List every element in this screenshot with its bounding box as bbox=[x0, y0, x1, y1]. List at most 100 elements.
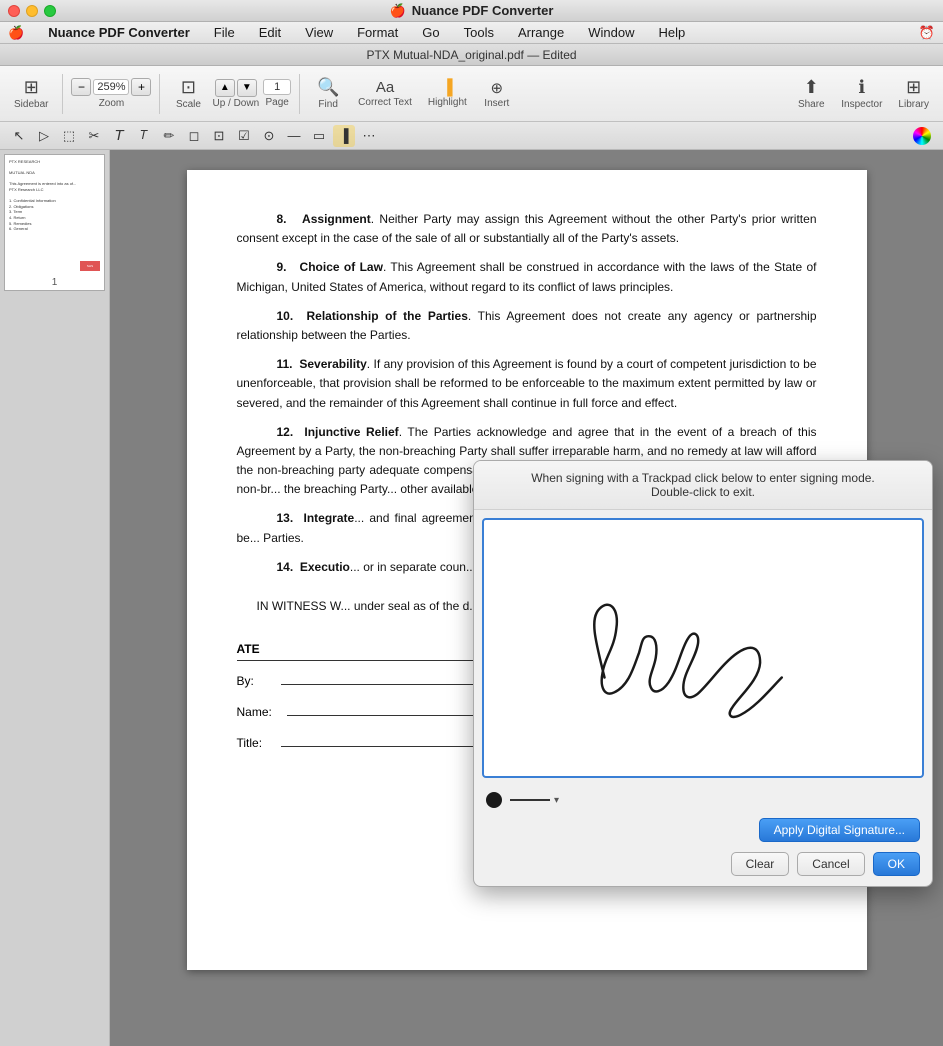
correct-text-label: Correct Text bbox=[358, 97, 412, 108]
zoom-label: Zoom bbox=[99, 98, 125, 109]
select-tool[interactable]: ▷ bbox=[33, 125, 55, 147]
menu-go[interactable]: Go bbox=[418, 25, 443, 40]
inspector-label: Inspector bbox=[841, 99, 882, 110]
toolbar-sep-3 bbox=[299, 74, 300, 114]
library-icon: ⊞ bbox=[906, 77, 921, 98]
sig-line-dropdown-arrow: ▾ bbox=[554, 795, 559, 806]
insert-button[interactable]: ⊕ Insert bbox=[477, 77, 517, 111]
sidebar-icon: ⊞ bbox=[24, 77, 39, 98]
ok-button[interactable]: OK bbox=[873, 852, 920, 876]
sidebar: PTX RESEARCH MUTUAL NDA This Agreement i… bbox=[0, 150, 110, 1046]
menu-help[interactable]: Help bbox=[654, 25, 689, 40]
thumbnail-text: PTX RESEARCH MUTUAL NDA This Agreement i… bbox=[5, 155, 104, 275]
color-picker[interactable] bbox=[913, 127, 931, 145]
circle-tool[interactable]: ⊙ bbox=[258, 125, 280, 147]
correct-text-icon: Aa bbox=[376, 79, 394, 96]
updown-label: Up / Down bbox=[212, 98, 259, 109]
share-label: Share bbox=[798, 99, 825, 110]
sig-canvas[interactable] bbox=[482, 518, 924, 778]
rect-tool[interactable]: ▭ bbox=[308, 125, 330, 147]
close-button[interactable] bbox=[8, 5, 20, 17]
apply-digital-sig-button[interactable]: Apply Digital Signature... bbox=[759, 818, 920, 842]
name-label-left: Name: bbox=[237, 705, 283, 719]
pen-tool[interactable]: ✏ bbox=[158, 125, 180, 147]
share-button[interactable]: ⬆ Share bbox=[791, 75, 831, 112]
zoom-out-button[interactable]: − bbox=[71, 78, 91, 96]
signature-dialog: When signing with a Trackpad click below… bbox=[473, 460, 933, 887]
sig-apply-row: Apply Digital Signature... bbox=[474, 814, 932, 846]
traffic-lights[interactable] bbox=[8, 5, 56, 17]
menu-view[interactable]: View bbox=[301, 25, 337, 40]
app-menu-name[interactable]: Nuance PDF Converter bbox=[44, 25, 194, 40]
titlebar: 🍎 Nuance PDF Converter bbox=[0, 0, 943, 22]
library-button[interactable]: ⊞ Library bbox=[892, 75, 935, 112]
correct-text-button[interactable]: Aa Correct Text bbox=[352, 77, 418, 110]
sig-pen-dot[interactable] bbox=[486, 792, 502, 808]
crop-tool[interactable]: ✂ bbox=[83, 125, 105, 147]
menu-edit[interactable]: Edit bbox=[255, 25, 285, 40]
line-tool[interactable]: — bbox=[283, 125, 305, 147]
zoom-group: − 259% + Zoom bbox=[71, 78, 151, 109]
stamp-tool[interactable]: ⊡ bbox=[208, 125, 230, 147]
sig-line-width-selector[interactable]: ▾ bbox=[510, 795, 559, 806]
pdf-content[interactable]: 8. Assignment. Neither Party may assign … bbox=[110, 150, 943, 1046]
sig-pen-controls: ▾ bbox=[474, 786, 932, 814]
toolbar-sep-1 bbox=[62, 74, 63, 114]
insert-label: Insert bbox=[484, 98, 509, 109]
sidebar-toggle-button[interactable]: ⊞ Sidebar bbox=[8, 75, 54, 112]
marquee-tool[interactable]: ⬚ bbox=[58, 125, 80, 147]
scale-label: Scale bbox=[176, 99, 201, 110]
section-8: 8. Assignment. Neither Party may assign … bbox=[237, 210, 817, 248]
scale-button[interactable]: ⊡ Scale bbox=[168, 75, 208, 112]
zoom-in-button[interactable]: + bbox=[131, 78, 151, 96]
page-down-button[interactable]: ▼ bbox=[237, 79, 257, 97]
checkbox-tool[interactable]: ☑ bbox=[233, 125, 255, 147]
thumbnail-signhere: SHS bbox=[80, 261, 100, 271]
section-9: 9. Choice of Law. This Agreement shall b… bbox=[237, 258, 817, 296]
zoom-value[interactable]: 259% bbox=[93, 79, 129, 95]
share-icon: ⬆ bbox=[804, 77, 819, 98]
cancel-button[interactable]: Cancel bbox=[797, 852, 864, 876]
app-name: Nuance PDF Converter bbox=[412, 3, 554, 18]
toolbar-sep-2 bbox=[159, 74, 160, 114]
document-title: PTX Mutual-NDA_original.pdf — Edited bbox=[366, 48, 576, 62]
pointer-tool[interactable]: ↖ bbox=[8, 125, 30, 147]
more-tool[interactable]: ⋯ bbox=[358, 125, 380, 147]
page-up-button[interactable]: ▲ bbox=[215, 79, 235, 97]
titlebar-app-name: 🍎 Nuance PDF Converter bbox=[390, 3, 554, 19]
menu-arrange[interactable]: Arrange bbox=[514, 25, 568, 40]
thumbnail-content: PTX RESEARCH MUTUAL NDA This Agreement i… bbox=[5, 155, 104, 275]
scale-icon: ⊡ bbox=[181, 77, 196, 98]
sig-svg[interactable] bbox=[484, 520, 922, 776]
document-titlebar: PTX Mutual-NDA_original.pdf — Edited bbox=[0, 44, 943, 66]
inspector-button[interactable]: ℹ Inspector bbox=[835, 75, 888, 112]
highlight-button[interactable]: ▐ Highlight bbox=[422, 77, 473, 110]
minimize-button[interactable] bbox=[26, 5, 38, 17]
sidebar-label: Sidebar bbox=[14, 99, 48, 110]
menu-format[interactable]: Format bbox=[353, 25, 402, 40]
menubar: 🍎 Nuance PDF Converter File Edit View Fo… bbox=[0, 22, 943, 44]
maximize-button[interactable] bbox=[44, 5, 56, 17]
text-format-tool[interactable]: 𝑇 bbox=[133, 125, 155, 147]
find-button[interactable]: 🔍 Find bbox=[308, 75, 348, 112]
by-label-left: By: bbox=[237, 674, 277, 688]
clear-button[interactable]: Clear bbox=[731, 852, 790, 876]
text-tool[interactable]: T bbox=[108, 125, 130, 147]
page-number[interactable]: 1 bbox=[263, 79, 291, 95]
highlight-tool[interactable]: ▐ bbox=[333, 125, 355, 147]
section-11: 11. Severability. If any provision of th… bbox=[237, 355, 817, 413]
eraser-tool[interactable]: ◻ bbox=[183, 125, 205, 147]
sig-line-preview bbox=[510, 799, 550, 801]
menu-tools[interactable]: Tools bbox=[460, 25, 498, 40]
sig-dialog-header: When signing with a Trackpad click below… bbox=[474, 461, 932, 510]
page-thumbnail-1[interactable]: PTX RESEARCH MUTUAL NDA This Agreement i… bbox=[4, 154, 105, 291]
highlight-icon: ▐ bbox=[442, 79, 453, 96]
sig-instruction-1: When signing with a Trackpad click below… bbox=[490, 471, 916, 485]
sig-bottom-buttons: Clear Cancel OK bbox=[474, 846, 932, 886]
title-label-left: Title: bbox=[237, 736, 277, 750]
menu-file[interactable]: File bbox=[210, 25, 239, 40]
insert-icon: ⊕ bbox=[491, 79, 504, 97]
find-label: Find bbox=[318, 99, 337, 110]
menu-window[interactable]: Window bbox=[584, 25, 638, 40]
zoom-controls: − 259% + bbox=[71, 78, 151, 96]
